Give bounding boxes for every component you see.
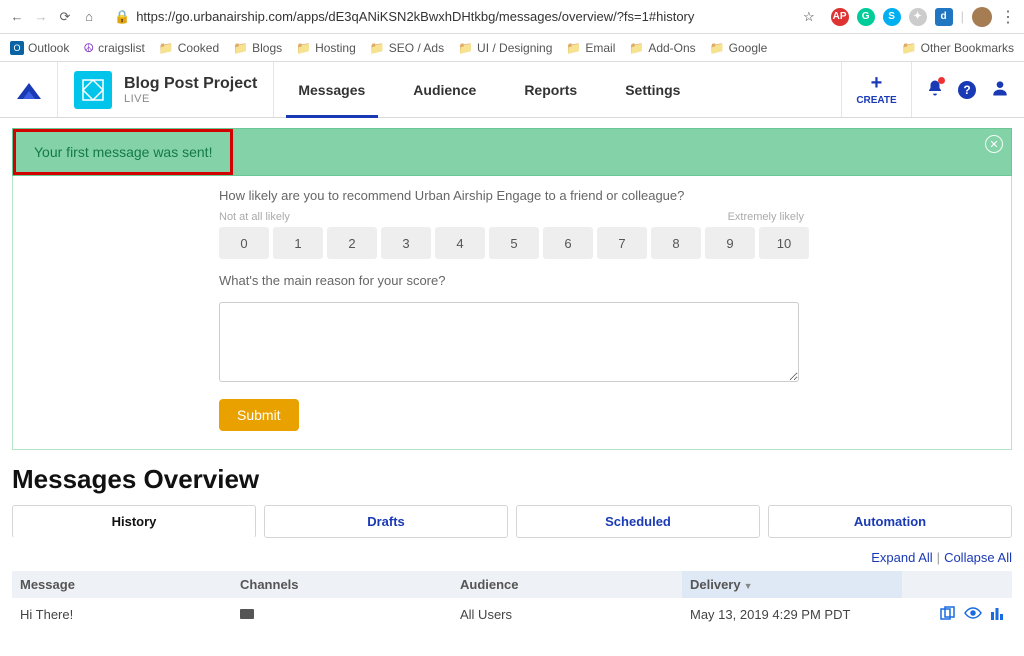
close-icon[interactable]: ✕: [985, 135, 1003, 153]
expand-all-link[interactable]: Expand All: [871, 550, 932, 565]
alert-text: Your first message was sent!: [13, 129, 233, 175]
survey-question-1: How likely are you to recommend Urban Ai…: [219, 188, 839, 203]
tab-history[interactable]: History: [12, 505, 256, 538]
scale-min-label: Not at all likely: [219, 211, 290, 223]
nps-2[interactable]: 2: [327, 227, 377, 259]
skype-extension-icon[interactable]: S: [883, 8, 901, 26]
star-icon[interactable]: ☆: [803, 9, 815, 25]
d-extension-icon[interactable]: d: [935, 8, 953, 26]
nps-3[interactable]: 3: [381, 227, 431, 259]
reason-textarea[interactable]: [219, 302, 799, 382]
col-delivery[interactable]: Delivery▼: [682, 571, 902, 598]
chrome-menu-icon[interactable]: ⋮: [1000, 7, 1016, 27]
tab-scheduled[interactable]: Scheduled: [516, 505, 760, 538]
back-button[interactable]: ←: [8, 8, 26, 26]
tab-drafts[interactable]: Drafts: [264, 505, 508, 538]
col-audience[interactable]: Audience: [452, 571, 682, 598]
view-icon[interactable]: [964, 606, 982, 623]
cell-message: Hi There!: [12, 598, 232, 631]
nps-9[interactable]: 9: [705, 227, 755, 259]
stats-icon[interactable]: [990, 606, 1004, 623]
nps-0[interactable]: 0: [219, 227, 269, 259]
bookmark-cooked[interactable]: Cooked: [159, 41, 219, 55]
nps-scale: 0 1 2 3 4 5 6 7 8 9 10: [219, 227, 839, 259]
overview-tabs: History Drafts Scheduled Automation: [12, 505, 1012, 538]
nps-6[interactable]: 6: [543, 227, 593, 259]
profile-avatar[interactable]: [972, 7, 992, 27]
collapse-all-link[interactable]: Collapse All: [944, 550, 1012, 565]
header-actions: ?: [911, 62, 1024, 117]
forward-button[interactable]: →: [32, 8, 50, 26]
help-icon[interactable]: ?: [958, 81, 976, 99]
submit-button[interactable]: Submit: [219, 399, 299, 431]
project-icon: [74, 71, 112, 109]
col-actions: [902, 571, 1012, 598]
project-title: Blog Post Project: [124, 75, 257, 93]
create-button[interactable]: + CREATE: [841, 62, 911, 117]
cell-channels: [232, 598, 452, 631]
abp-extension-icon[interactable]: AP: [831, 8, 849, 26]
main-nav: Messages Audience Reports Settings: [274, 62, 841, 117]
project-selector[interactable]: Blog Post Project LIVE: [58, 62, 274, 117]
nav-messages[interactable]: Messages: [274, 62, 389, 117]
table-header-row: Message Channels Audience Delivery▼: [12, 571, 1012, 598]
page-content: Your first message was sent! ✕ How likel…: [0, 118, 1024, 651]
page-title: Messages Overview: [12, 464, 1012, 495]
bookmark-addons[interactable]: Add-Ons: [629, 41, 695, 55]
copy-icon[interactable]: [940, 606, 956, 623]
grammarly-extension-icon[interactable]: G: [857, 8, 875, 26]
sort-desc-icon: ▼: [744, 581, 753, 591]
url-text: https://go.urbanairship.com/apps/dE3qANi…: [136, 9, 797, 24]
survey-question-2: What's the main reason for your score?: [219, 273, 839, 288]
bookmark-google[interactable]: Google: [710, 41, 768, 55]
nps-5[interactable]: 5: [489, 227, 539, 259]
other-bookmarks[interactable]: Other Bookmarks: [902, 41, 1014, 55]
col-channels[interactable]: Channels: [232, 571, 452, 598]
bookmark-seo[interactable]: SEO / Ads: [370, 41, 444, 55]
home-button[interactable]: ⌂: [80, 8, 98, 26]
reload-button[interactable]: ⟳: [56, 8, 74, 26]
cell-audience: All Users: [452, 598, 682, 631]
bookmark-outlook[interactable]: OOutlook: [10, 41, 69, 55]
messages-table: Message Channels Audience Delivery▼ Hi T…: [12, 571, 1012, 631]
notification-dot: [938, 77, 945, 84]
plus-icon: +: [871, 73, 883, 93]
tab-automation[interactable]: Automation: [768, 505, 1012, 538]
nav-settings[interactable]: Settings: [601, 62, 704, 117]
project-status: LIVE: [124, 93, 257, 105]
success-alert: Your first message was sent! ✕: [12, 128, 1012, 176]
browser-toolbar: ← → ⟳ ⌂ 🔒 https://go.urbanairship.com/ap…: [0, 0, 1024, 34]
bookmark-email[interactable]: Email: [566, 41, 615, 55]
nps-8[interactable]: 8: [651, 227, 701, 259]
bookmark-hosting[interactable]: Hosting: [296, 41, 356, 55]
bookmark-ui[interactable]: UI / Designing: [458, 41, 552, 55]
survey-panel: How likely are you to recommend Urban Ai…: [12, 176, 1012, 450]
notifications-icon[interactable]: [926, 79, 944, 100]
nps-7[interactable]: 7: [597, 227, 647, 259]
nps-1[interactable]: 1: [273, 227, 323, 259]
app-logo[interactable]: [0, 62, 58, 117]
user-icon[interactable]: [990, 78, 1010, 101]
channel-icon: [240, 609, 254, 619]
bookmark-blogs[interactable]: Blogs: [233, 41, 282, 55]
nps-10[interactable]: 10: [759, 227, 809, 259]
nps-4[interactable]: 4: [435, 227, 485, 259]
address-bar[interactable]: 🔒 https://go.urbanairship.com/apps/dE3qA…: [104, 4, 825, 30]
lock-icon: 🔒: [114, 9, 130, 25]
scale-max-label: Extremely likely: [728, 211, 804, 223]
table-controls: Expand All | Collapse All: [12, 550, 1012, 565]
row-actions: [910, 606, 1004, 623]
col-message[interactable]: Message: [12, 571, 232, 598]
extension-icons: AP G S ✦ d | ⋮: [831, 7, 1016, 27]
nav-reports[interactable]: Reports: [500, 62, 601, 117]
app-header: Blog Post Project LIVE Messages Audience…: [0, 62, 1024, 118]
nav-audience[interactable]: Audience: [389, 62, 500, 117]
bookmarks-bar: OOutlook ☮craigslist Cooked Blogs Hostin…: [0, 34, 1024, 62]
table-row[interactable]: Hi There! All Users May 13, 2019 4:29 PM…: [12, 598, 1012, 631]
bookmark-craigslist[interactable]: ☮craigslist: [83, 41, 144, 55]
extension-icon[interactable]: ✦: [909, 8, 927, 26]
cell-delivery: May 13, 2019 4:29 PM PDT: [682, 598, 902, 631]
